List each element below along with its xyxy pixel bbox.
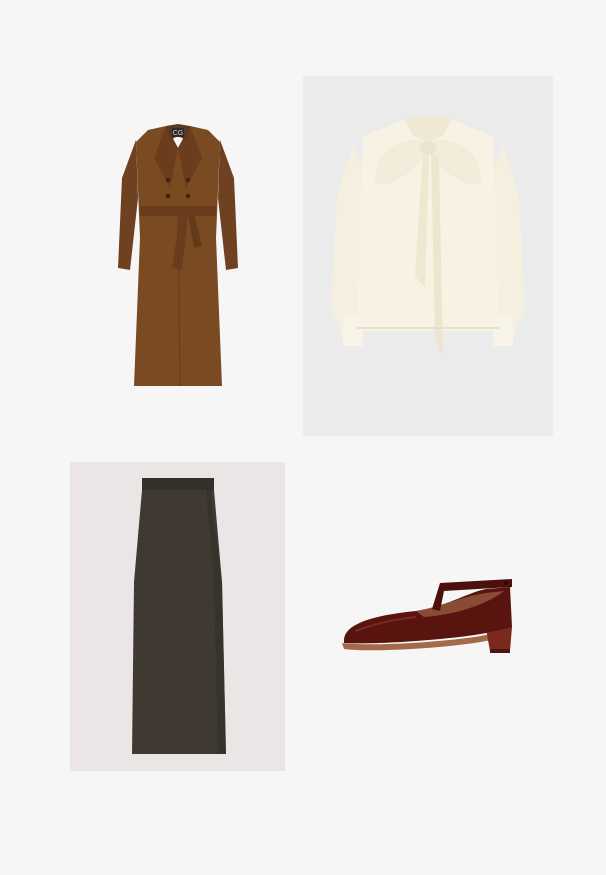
blouse-illustration [331, 116, 525, 358]
coat-image: CG [108, 118, 248, 393]
shoe-illustration [342, 579, 512, 653]
blouse-image [303, 76, 553, 436]
coat-illustration: CG [118, 124, 238, 387]
outfit-board: CG [0, 0, 606, 875]
skirt-image [70, 462, 285, 771]
coat-logo: CG [173, 130, 184, 137]
shoe-image [336, 575, 520, 659]
skirt-illustration [132, 478, 226, 754]
